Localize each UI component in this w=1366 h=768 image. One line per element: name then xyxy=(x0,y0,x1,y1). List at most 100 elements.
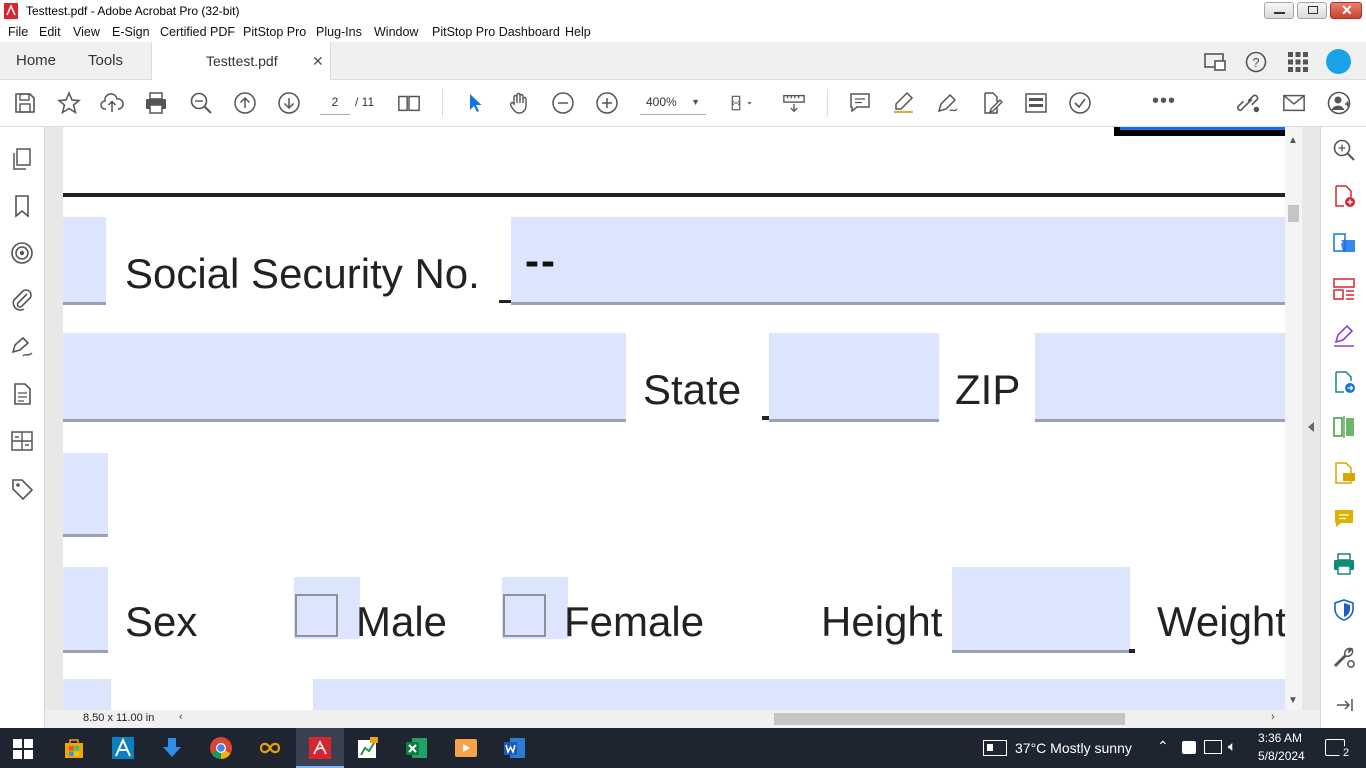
clock-time[interactable]: 3:36 AM xyxy=(1258,731,1302,745)
male-checkbox[interactable] xyxy=(294,577,360,639)
ssn-input[interactable]: -- xyxy=(511,217,1285,305)
add-user-icon[interactable] xyxy=(1327,91,1351,115)
zoom-level-select[interactable]: 400% ▼ xyxy=(640,91,706,115)
infinity-app-icon[interactable] xyxy=(258,736,282,760)
page-thumbnails-icon[interactable] xyxy=(10,147,34,171)
tray-expand-icon[interactable]: ⌃ xyxy=(1157,738,1169,755)
excel-icon[interactable] xyxy=(405,736,429,760)
city-input[interactable] xyxy=(63,333,626,422)
clock-date[interactable]: 5/8/2024 xyxy=(1258,749,1305,763)
tray-app-icon[interactable] xyxy=(1182,741,1196,754)
next-page-icon[interactable] xyxy=(277,91,301,115)
customize-tools-icon[interactable] xyxy=(1332,645,1356,669)
menu-help[interactable]: Help xyxy=(565,25,591,39)
email-icon[interactable] xyxy=(1282,91,1308,115)
print-production-icon[interactable] xyxy=(1332,552,1356,576)
edit-pdf-icon[interactable] xyxy=(979,91,1003,115)
form-field[interactable] xyxy=(313,679,1285,710)
word-icon[interactable] xyxy=(503,736,527,760)
hand-tool-icon[interactable] xyxy=(507,91,531,115)
redact-measure-icon[interactable] xyxy=(782,91,808,115)
network-icon[interactable] xyxy=(1204,740,1222,754)
layers-target-icon[interactable] xyxy=(10,241,34,265)
close-window-button[interactable]: ✕ xyxy=(1330,2,1362,19)
scroll-down-icon[interactable]: ▼ xyxy=(1288,695,1298,706)
protect-shield-icon[interactable] xyxy=(1332,598,1356,622)
content-structure-icon[interactable] xyxy=(10,429,34,453)
highlight-pen-icon[interactable] xyxy=(891,91,915,115)
expand-right-pane-icon[interactable] xyxy=(1308,422,1314,432)
zoom-find-icon[interactable] xyxy=(189,91,213,115)
tab-document[interactable]: Testtest.pdf ✕ xyxy=(151,42,331,81)
select-cursor-icon[interactable] xyxy=(463,91,487,115)
vertical-scroll-thumb[interactable] xyxy=(1288,205,1299,222)
draw-pen-icon[interactable] xyxy=(935,91,959,115)
collapse-tools-pane-icon[interactable] xyxy=(1332,693,1356,717)
signature-pen-icon[interactable] xyxy=(10,335,34,359)
store-icon[interactable] xyxy=(62,736,86,760)
comment-bubble-icon[interactable] xyxy=(1332,507,1356,531)
menu-window[interactable]: Window xyxy=(374,25,418,39)
form-field[interactable] xyxy=(63,453,108,537)
fill-sign-icon[interactable] xyxy=(1332,324,1356,348)
volume-icon[interactable]: 🔈︎ xyxy=(1228,738,1236,755)
chrome-icon[interactable] xyxy=(209,736,233,760)
apps-grid-icon[interactable] xyxy=(1288,52,1308,72)
menu-view[interactable]: View xyxy=(73,25,100,39)
page-fit-icon[interactable] xyxy=(730,91,762,115)
media-player-icon[interactable] xyxy=(454,736,478,760)
page-view-icon[interactable] xyxy=(397,91,423,115)
menu-plugins[interactable]: Plug-Ins xyxy=(316,25,362,39)
restore-button[interactable] xyxy=(1297,2,1327,19)
form-fields-icon[interactable] xyxy=(1024,91,1048,115)
vertical-scrollbar[interactable]: ▲ ▼ xyxy=(1285,127,1302,710)
weather-text[interactable]: 37°C Mostly sunny xyxy=(1015,740,1132,756)
zoom-search-icon[interactable] xyxy=(1332,138,1356,162)
scroll-up-icon[interactable]: ▲ xyxy=(1288,135,1298,146)
menu-edit[interactable]: Edit xyxy=(39,25,61,39)
export-pdf-icon[interactable] xyxy=(1332,230,1356,254)
menu-esign[interactable]: E-Sign xyxy=(112,25,150,39)
download-arrow-icon[interactable] xyxy=(160,736,184,760)
compare-files-icon[interactable] xyxy=(1332,415,1356,439)
attachments-paperclip-icon[interactable] xyxy=(10,287,34,311)
comment-icon[interactable] xyxy=(848,91,872,115)
menu-certified-pdf[interactable]: Certified PDF xyxy=(160,25,235,39)
organize-pages-icon[interactable] xyxy=(1332,277,1356,301)
project-app-icon[interactable] xyxy=(356,736,380,760)
zoom-out-icon[interactable] xyxy=(551,91,575,115)
windows-start-icon[interactable] xyxy=(13,739,33,759)
menu-pitstop-dashboard[interactable]: PitStop Pro Dashboard xyxy=(432,25,560,39)
horizontal-scroll-thumb[interactable] xyxy=(774,713,1125,725)
menu-file[interactable]: File xyxy=(8,25,28,39)
acrobat-taskbar-button[interactable] xyxy=(296,728,344,768)
export-pdf-green-icon[interactable] xyxy=(1332,370,1356,394)
scroll-left-icon[interactable]: ‹ xyxy=(179,711,183,723)
zip-input[interactable] xyxy=(1035,333,1285,422)
zoom-in-icon[interactable] xyxy=(595,91,619,115)
female-checkbox[interactable] xyxy=(502,577,568,639)
form-field[interactable] xyxy=(63,679,111,710)
account-avatar[interactable] xyxy=(1326,49,1351,74)
form-field[interactable] xyxy=(63,567,108,653)
create-pdf-icon[interactable] xyxy=(1332,184,1356,208)
form-field[interactable] xyxy=(63,217,106,305)
state-input[interactable] xyxy=(769,333,939,422)
document-properties-icon[interactable] xyxy=(10,382,34,406)
weather-widget-icon[interactable] xyxy=(983,740,1007,756)
height-input[interactable] xyxy=(952,567,1130,653)
tab-close-icon[interactable]: ✕ xyxy=(312,42,324,80)
print-icon[interactable] xyxy=(144,91,168,115)
more-options-icon[interactable]: ••• xyxy=(1152,91,1176,111)
bookmark-star-icon[interactable] xyxy=(57,91,81,115)
share-link-icon[interactable] xyxy=(1237,91,1263,115)
horizontal-scrollbar[interactable]: 8.50 x 11.00 in ‹ › xyxy=(45,710,1320,728)
autocad-app-icon[interactable] xyxy=(111,736,135,760)
previous-page-icon[interactable] xyxy=(233,91,257,115)
page-number-input[interactable]: 2 xyxy=(320,91,350,115)
scroll-right-icon[interactable]: › xyxy=(1271,711,1275,723)
check-circle-icon[interactable] xyxy=(1068,91,1092,115)
tags-icon[interactable] xyxy=(10,477,34,501)
tab-home[interactable]: Home xyxy=(16,42,56,80)
bookmarks-icon[interactable] xyxy=(10,194,34,218)
